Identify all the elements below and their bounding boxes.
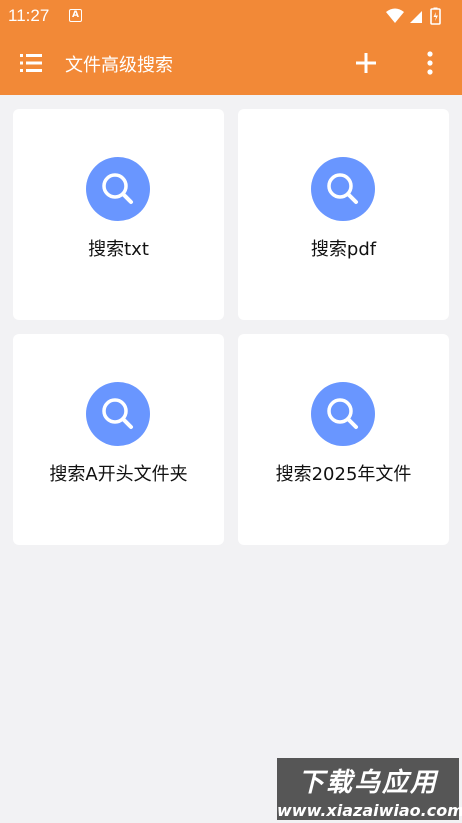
signal-icon xyxy=(410,11,422,23)
toolbar: 文件高级搜索 xyxy=(0,32,462,95)
wifi-icon xyxy=(386,8,404,23)
status-time: 11:27 xyxy=(8,6,50,25)
watermark: 下载乌应用 www.xiazaiwiao.com xyxy=(277,758,462,820)
plus-icon[interactable] xyxy=(352,49,380,77)
watermark-title: 下载乌应用 xyxy=(297,768,438,798)
search-icon xyxy=(86,157,150,221)
card-search-txt[interactable]: 搜索txt xyxy=(13,109,224,320)
status-icons xyxy=(384,6,454,26)
page-title: 文件高级搜索 xyxy=(65,55,173,76)
app-bar: 11:27 A 文件高级搜索 xyxy=(0,0,462,95)
card-label: 搜索A开头文件夹 xyxy=(49,464,188,485)
battery-icon xyxy=(430,7,441,25)
more-vertical-icon[interactable] xyxy=(420,49,440,77)
notification-icon: A xyxy=(69,9,82,22)
card-label: 搜索txt xyxy=(88,239,149,260)
card-label: 搜索pdf xyxy=(310,239,377,260)
card-label: 搜索2025年文件 xyxy=(275,464,412,485)
search-icon xyxy=(311,382,375,446)
card-search-a-folder[interactable]: 搜索A开头文件夹 xyxy=(13,334,224,545)
watermark-url: www.xiazaiwiao.com xyxy=(277,801,462,820)
search-icon xyxy=(86,382,150,446)
search-icon xyxy=(311,157,375,221)
card-search-pdf[interactable]: 搜索pdf xyxy=(238,109,449,320)
card-search-2025-files[interactable]: 搜索2025年文件 xyxy=(238,334,449,545)
list-menu-icon[interactable] xyxy=(18,51,46,75)
status-bar: 11:27 A xyxy=(0,0,462,32)
